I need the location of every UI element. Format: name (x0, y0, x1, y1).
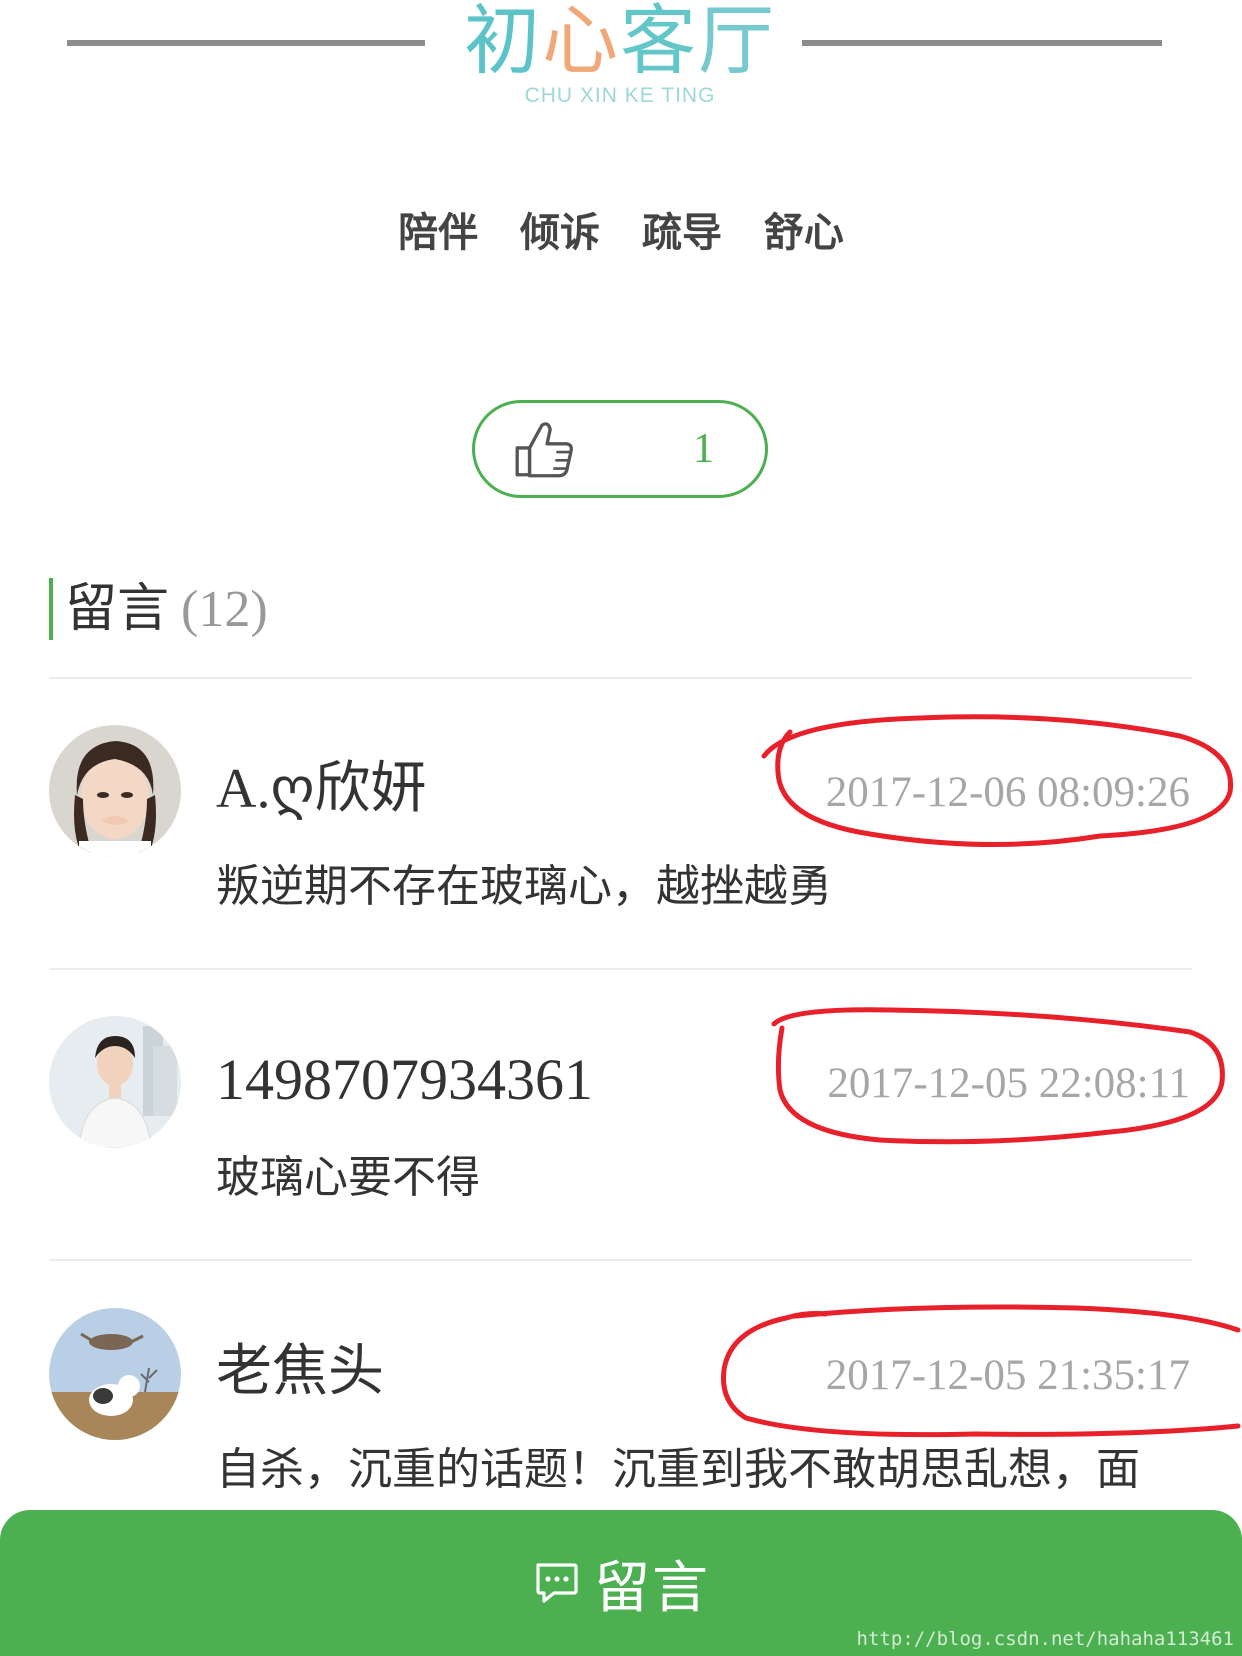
message-icon (536, 1563, 578, 1603)
comment-text: 叛逆期不存在玻璃心，越挫越勇 (216, 861, 832, 912)
tag: 倾诉 (520, 210, 601, 256)
comment-text: 自杀，沉重的话题！沉重到我不敢胡思乱想，面 (216, 1444, 1140, 1495)
comment-username[interactable]: A.ღ欣妍 (216, 753, 426, 825)
comments-count: (12) (181, 581, 268, 638)
comment-username[interactable]: 1498707934361 (216, 1044, 593, 1116)
avatar[interactable] (49, 725, 181, 857)
divider (49, 1259, 1192, 1261)
comments-title: 留言 (65, 579, 170, 639)
comment-username[interactable]: 老焦头 (216, 1336, 384, 1408)
logo-title: 初心客厅 (430, 0, 810, 86)
logo-char: 客 (620, 0, 698, 85)
comment-item: 1498707934361 2017-12-05 22:08:11 玻璃心要不得 (0, 1016, 1242, 1306)
logo-char: 初 (464, 0, 542, 85)
comment-text: 玻璃心要不得 (216, 1152, 480, 1203)
tag: 舒心 (763, 210, 844, 256)
tag-line: 陪伴 倾诉 疏导 舒心 (0, 200, 1242, 258)
like-button[interactable]: 1 (472, 400, 768, 498)
watermark: http://blog.csdn.net/hahaha113461 (856, 1628, 1235, 1650)
tag: 疏导 (641, 210, 722, 256)
logo-subtitle: CHU XIN KE TING (524, 84, 716, 107)
logo-divider-left (67, 40, 425, 46)
comments-header: 留言 (12) (49, 578, 268, 640)
thumbs-up-icon (515, 422, 573, 478)
logo-char: 厅 (698, 0, 776, 85)
avatar[interactable] (49, 1308, 181, 1440)
logo-divider-right (802, 40, 1162, 46)
divider (49, 968, 1192, 970)
comment-item: A.ღ欣妍 2017-12-06 08:09:26 叛逆期不存在玻璃心，越挫越勇 (0, 725, 1242, 1015)
comment-timestamp: 2017-12-05 22:08:11 (827, 1060, 1190, 1107)
divider (49, 677, 1192, 679)
leave-message-label: 留言 (594, 1555, 710, 1621)
comment-timestamp: 2017-12-05 21:35:17 (825, 1352, 1190, 1399)
like-count: 1 (693, 426, 714, 472)
logo-char: 心 (542, 0, 620, 85)
leave-message-button[interactable]: 留言 http://blog.csdn.net/hahaha113461 (0, 1510, 1242, 1656)
avatar[interactable] (49, 1016, 181, 1148)
comment-timestamp: 2017-12-06 08:09:26 (825, 769, 1190, 816)
tag: 陪伴 (398, 210, 479, 256)
